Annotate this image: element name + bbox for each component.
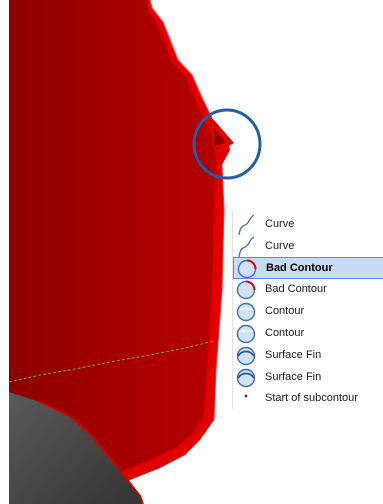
list-item-contour-1[interactable]: Contour xyxy=(233,301,383,323)
list-item-label: Bad Contour xyxy=(265,283,327,295)
list-item-bad-contour[interactable]: Bad Contour xyxy=(233,279,383,301)
list-item-label: Bad Contour xyxy=(266,262,333,274)
list-item-label: Curve xyxy=(265,240,295,252)
entity-list[interactable]: Curve Curve Bad Contour Bad Contour Cont… xyxy=(232,211,383,409)
list-item-label: Start of subcontour xyxy=(265,392,358,404)
list-item-label: Surface Fin xyxy=(265,371,322,383)
surface-fin-icon xyxy=(235,367,259,389)
list-item-start-of-subcontour[interactable]: Start of subcontour xyxy=(233,388,383,410)
contour-icon xyxy=(235,323,259,345)
list-item-surface-fin-1[interactable]: Surface Fin xyxy=(233,345,383,367)
dot-icon xyxy=(235,388,259,410)
surface-fin-icon xyxy=(235,345,259,367)
list-item-label: Surface Fin xyxy=(265,349,322,361)
list-item-label: Curve xyxy=(265,218,295,230)
curve-icon xyxy=(235,214,259,236)
list-item-curve-1[interactable]: Curve xyxy=(233,214,383,236)
bad-contour-icon xyxy=(236,258,260,280)
list-item-curve-2[interactable]: Curve xyxy=(233,236,383,258)
viewport-left-strip xyxy=(0,0,9,504)
list-item-label: Contour xyxy=(265,327,305,339)
contour-icon xyxy=(235,301,259,323)
bad-contour-icon xyxy=(235,279,259,301)
curve-icon xyxy=(235,236,259,258)
list-item-label: Contour xyxy=(265,305,305,317)
list-item-contour-2[interactable]: Contour xyxy=(233,323,383,345)
list-item-surface-fin-2[interactable]: Surface Fin xyxy=(233,367,383,389)
list-item-bad-contour-selected[interactable]: Bad Contour xyxy=(233,257,383,279)
